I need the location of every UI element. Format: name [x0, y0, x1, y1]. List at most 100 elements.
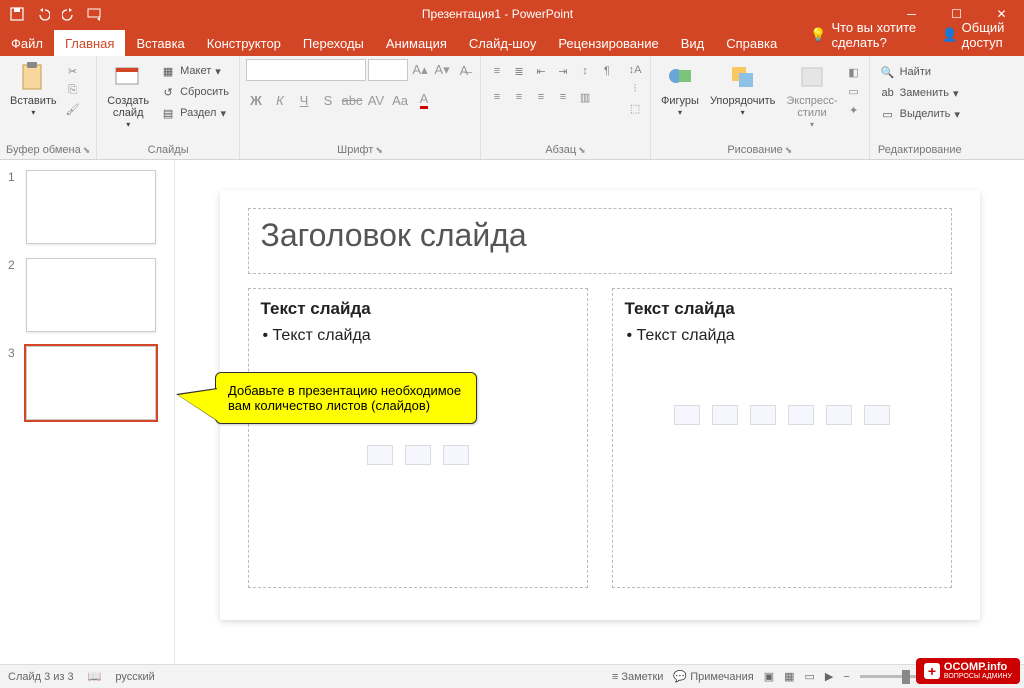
columns-button[interactable]: ▥: [575, 87, 595, 107]
cut-icon[interactable]: ✂: [64, 62, 82, 80]
group-paragraph: ≡ ≣ ⇤ ⇥ ↕ ¶ ≡ ≡ ≡ ≡ ▥ ↕A ⫶ ⬚: [481, 56, 651, 159]
shape-fill-icon[interactable]: ◧: [845, 63, 863, 81]
shape-effects-icon[interactable]: ✦: [845, 101, 863, 119]
watermark: + OCOMP.info ВОПРОСЫ АДМИНУ: [916, 658, 1020, 684]
share-button[interactable]: 👤 Общий доступ: [931, 14, 1024, 56]
comments-button[interactable]: 💬 Примечания: [673, 670, 753, 683]
tab-review[interactable]: Рецензирование: [547, 30, 669, 56]
tab-home[interactable]: Главная: [54, 30, 125, 56]
tab-help[interactable]: Справка: [715, 30, 788, 56]
start-from-beginning-icon[interactable]: [84, 3, 106, 25]
slide-thumbnails-panel: 1 2 3: [0, 160, 175, 664]
italic-button[interactable]: К: [270, 90, 290, 110]
decrease-font-icon[interactable]: A▾: [432, 60, 452, 80]
reset-icon: ↺: [160, 84, 176, 100]
title-placeholder[interactable]: Заголовок слайда: [248, 208, 952, 274]
clipboard-icon: [17, 61, 49, 93]
increase-font-icon[interactable]: A▴: [410, 60, 430, 80]
replace-button[interactable]: abЗаменить ▾: [876, 83, 964, 103]
reset-button[interactable]: ↺Сбросить: [156, 82, 233, 102]
notes-button[interactable]: ≡ Заметки: [612, 671, 664, 683]
decrease-indent-button[interactable]: ⇤: [531, 61, 551, 81]
font-size-select[interactable]: [368, 59, 408, 81]
reading-view-button[interactable]: ▭: [805, 670, 815, 683]
shapes-button[interactable]: Фигуры▾: [657, 59, 703, 120]
language-indicator[interactable]: русский: [115, 671, 154, 683]
shape-outline-icon[interactable]: ▭: [845, 82, 863, 100]
normal-view-button[interactable]: ▣: [764, 670, 774, 683]
text-direction-button[interactable]: ¶: [597, 61, 617, 81]
arrange-button[interactable]: Упорядочить▾: [706, 59, 779, 120]
insert-chart-icon[interactable]: [405, 445, 431, 465]
paragraph-dialog-launcher[interactable]: ⬊: [578, 145, 586, 156]
insert-online-picture-icon[interactable]: [826, 405, 852, 425]
insert-smartart-icon[interactable]: [443, 445, 469, 465]
insert-smartart-icon[interactable]: [750, 405, 776, 425]
tab-slideshow[interactable]: Слайд-шоу: [458, 30, 547, 56]
new-slide-icon: [112, 61, 144, 93]
find-button[interactable]: 🔍Найти: [876, 62, 964, 82]
select-button[interactable]: ▭Выделить ▾: [876, 104, 964, 124]
insert-video-icon[interactable]: [864, 405, 890, 425]
bullets-button[interactable]: ≡: [487, 61, 507, 81]
paste-button[interactable]: Вставить ▾: [6, 59, 61, 120]
justify-button[interactable]: ≡: [553, 87, 573, 107]
font-family-select[interactable]: [246, 59, 366, 81]
font-dialog-launcher[interactable]: ⬊: [375, 145, 383, 156]
save-icon[interactable]: [6, 3, 28, 25]
slideshow-view-button[interactable]: ▶: [825, 670, 833, 683]
insert-chart-icon[interactable]: [712, 405, 738, 425]
sorter-view-button[interactable]: ▦: [784, 670, 794, 683]
underline-button[interactable]: Ч: [294, 90, 314, 110]
tab-file[interactable]: Файл: [0, 30, 54, 56]
group-editing: 🔍Найти abЗаменить ▾ ▭Выделить ▾ Редактир…: [870, 56, 970, 159]
increase-indent-button[interactable]: ⇥: [553, 61, 573, 81]
insert-table-icon[interactable]: [674, 405, 700, 425]
strikethrough-button[interactable]: abc: [342, 90, 362, 110]
copy-icon[interactable]: ⎘: [64, 81, 82, 99]
change-case-button[interactable]: Aa: [390, 90, 410, 110]
clear-formatting-icon[interactable]: A̶: [454, 60, 474, 80]
align-right-button[interactable]: ≡: [531, 87, 551, 107]
undo-icon[interactable]: [32, 3, 54, 25]
quick-styles-button[interactable]: Экспресс- стили▾: [782, 59, 841, 132]
clipboard-dialog-launcher[interactable]: ⬊: [83, 145, 91, 156]
content-placeholder-right[interactable]: Текст слайда • Текст слайда: [612, 288, 952, 588]
new-slide-button[interactable]: Создать слайд ▾: [103, 59, 153, 132]
text-direction-icon[interactable]: ↕A: [626, 61, 644, 79]
tab-insert[interactable]: Вставка: [125, 30, 195, 56]
align-center-button[interactable]: ≡: [509, 87, 529, 107]
smartart-icon[interactable]: ⬚: [626, 99, 644, 117]
thumbnail-2[interactable]: 2: [8, 258, 166, 332]
line-spacing-button[interactable]: ↕: [575, 61, 595, 81]
ribbon-tabs: Файл Главная Вставка Конструктор Переход…: [0, 28, 1024, 56]
zoom-out-button[interactable]: −: [843, 671, 849, 683]
tab-transitions[interactable]: Переходы: [292, 30, 375, 56]
shapes-icon: [664, 61, 696, 93]
align-text-icon[interactable]: ⫶: [626, 80, 644, 98]
content-placeholder-left[interactable]: Текст слайда • Текст слайда: [248, 288, 588, 588]
thumbnail-3[interactable]: 3: [8, 346, 166, 420]
insert-table-icon[interactable]: [367, 445, 393, 465]
spell-check-icon[interactable]: 📖: [88, 670, 102, 683]
layout-button[interactable]: ▦Макет ▾: [156, 61, 233, 81]
tell-me-search[interactable]: 💡 Что вы хотите сделать?: [800, 14, 931, 56]
shadow-button[interactable]: S: [318, 90, 338, 110]
char-spacing-button[interactable]: AV: [366, 90, 386, 110]
format-painter-icon[interactable]: 🖌: [64, 100, 82, 118]
thumbnail-1[interactable]: 1: [8, 170, 166, 244]
slide-counter[interactable]: Слайд 3 из 3: [8, 671, 74, 683]
tab-view[interactable]: Вид: [670, 30, 716, 56]
window-title: Презентация1 - PowerPoint: [106, 7, 889, 21]
insert-picture-icon[interactable]: [788, 405, 814, 425]
bold-button[interactable]: Ж: [246, 90, 266, 110]
drawing-dialog-launcher[interactable]: ⬊: [785, 145, 793, 156]
tab-animations[interactable]: Анимация: [375, 30, 458, 56]
quick-access-toolbar: [0, 3, 106, 25]
redo-icon[interactable]: [58, 3, 80, 25]
font-color-button[interactable]: A: [414, 90, 434, 110]
numbering-button[interactable]: ≣: [509, 61, 529, 81]
tab-design[interactable]: Конструктор: [196, 30, 292, 56]
section-button[interactable]: ▤Раздел ▾: [156, 103, 233, 123]
align-left-button[interactable]: ≡: [487, 87, 507, 107]
